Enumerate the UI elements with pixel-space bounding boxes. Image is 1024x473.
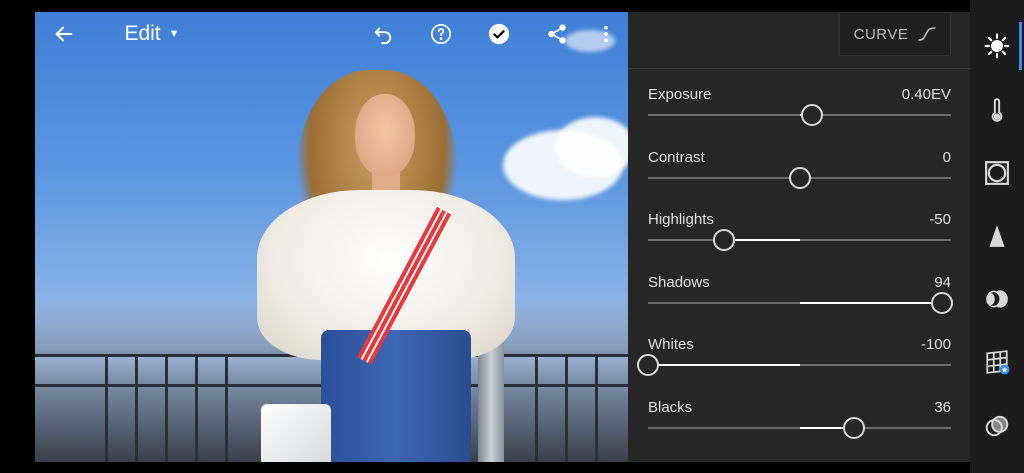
slider-label: Highlights bbox=[648, 211, 714, 229]
edit-mode-dropdown[interactable]: Edit ▼ bbox=[117, 12, 187, 56]
slider-track[interactable] bbox=[648, 104, 951, 126]
more-options-button[interactable] bbox=[591, 12, 621, 56]
share-button[interactable] bbox=[539, 12, 575, 56]
more-vertical-icon bbox=[604, 25, 608, 43]
slider-track[interactable] bbox=[637, 354, 951, 377]
panel-header: CURVE bbox=[628, 12, 970, 69]
photo-canvas[interactable] bbox=[35, 12, 628, 462]
geometry-tool-button[interactable] bbox=[970, 336, 1024, 388]
help-icon bbox=[431, 24, 451, 44]
curve-icon bbox=[918, 27, 937, 41]
undo-icon bbox=[374, 27, 392, 45]
slider-value: 94 bbox=[934, 273, 951, 291]
slider-contrast: Contrast 0 bbox=[648, 149, 951, 205]
slider-thumb[interactable] bbox=[637, 354, 659, 377]
help-button[interactable] bbox=[423, 12, 459, 56]
top-toolbar: Edit ▼ bbox=[35, 12, 628, 56]
color-thermometer-icon bbox=[991, 98, 1003, 122]
slider-label: Contrast bbox=[648, 148, 705, 166]
curve-button-label: CURVE bbox=[853, 25, 909, 43]
slider-fill bbox=[799, 301, 942, 304]
detail-tool-button[interactable] bbox=[970, 210, 1024, 262]
effects-tool-button[interactable] bbox=[970, 147, 1024, 199]
slider-value: 0.40EV bbox=[901, 86, 951, 103]
back-button[interactable] bbox=[49, 12, 79, 56]
light-sun-icon bbox=[984, 33, 1010, 59]
slider-thumb[interactable] bbox=[843, 417, 866, 439]
tool-rail bbox=[970, 0, 1024, 473]
presets-overlap-icon bbox=[985, 415, 1009, 437]
effects-vignette-icon bbox=[985, 161, 1009, 185]
optics-tool-button[interactable] bbox=[970, 273, 1024, 325]
done-button[interactable] bbox=[481, 12, 517, 56]
light-tool-button[interactable] bbox=[970, 20, 1024, 72]
slider-highlights: Highlights -50 bbox=[648, 211, 951, 267]
slider-track[interactable] bbox=[648, 291, 953, 314]
geometry-grid-icon bbox=[986, 350, 1010, 375]
slider-value: 0 bbox=[942, 148, 951, 166]
slider-track[interactable] bbox=[648, 417, 951, 439]
slider-thumb[interactable] bbox=[930, 291, 953, 314]
active-tool-indicator bbox=[1019, 22, 1022, 70]
undo-button[interactable] bbox=[365, 12, 401, 56]
slider-thumb[interactable] bbox=[788, 166, 811, 189]
slider-label: Whites bbox=[648, 336, 694, 354]
slider-value: -50 bbox=[929, 211, 951, 229]
detail-triangle-icon bbox=[989, 225, 1005, 247]
slider-thumb[interactable] bbox=[712, 229, 735, 252]
optics-lens-icon bbox=[986, 290, 1008, 308]
edit-mode-label: Edit bbox=[124, 22, 161, 45]
slider-exposure: Exposure 0.40EV bbox=[648, 86, 951, 142]
slider-whites: Whites -100 bbox=[637, 336, 951, 392]
slider-track[interactable] bbox=[648, 229, 951, 252]
slider-track[interactable] bbox=[648, 166, 951, 189]
slider-blacks: Blacks 36 bbox=[648, 399, 951, 455]
slider-value: 36 bbox=[934, 399, 951, 416]
caret-down-icon: ▼ bbox=[168, 28, 180, 40]
slider-fill bbox=[648, 364, 800, 367]
presets-tool-button[interactable] bbox=[970, 400, 1024, 452]
slider-fill bbox=[723, 239, 800, 242]
arrow-left-icon bbox=[55, 26, 73, 42]
slider-label: Blacks bbox=[648, 399, 693, 416]
curve-button[interactable]: CURVE bbox=[839, 12, 951, 56]
share-icon bbox=[548, 24, 566, 44]
slider-label: Shadows bbox=[648, 273, 710, 291]
slider-shadows: Shadows 94 bbox=[648, 273, 953, 330]
slider-thumb[interactable] bbox=[800, 104, 823, 126]
slider-value: -100 bbox=[920, 336, 951, 354]
done-check-icon bbox=[488, 23, 510, 45]
light-adjustments-panel: CURVE Exposure 0.40EV Contrast 0 Highlights -… bbox=[628, 12, 970, 462]
color-tool-button[interactable] bbox=[970, 84, 1024, 136]
slider-label: Exposure bbox=[648, 86, 712, 103]
